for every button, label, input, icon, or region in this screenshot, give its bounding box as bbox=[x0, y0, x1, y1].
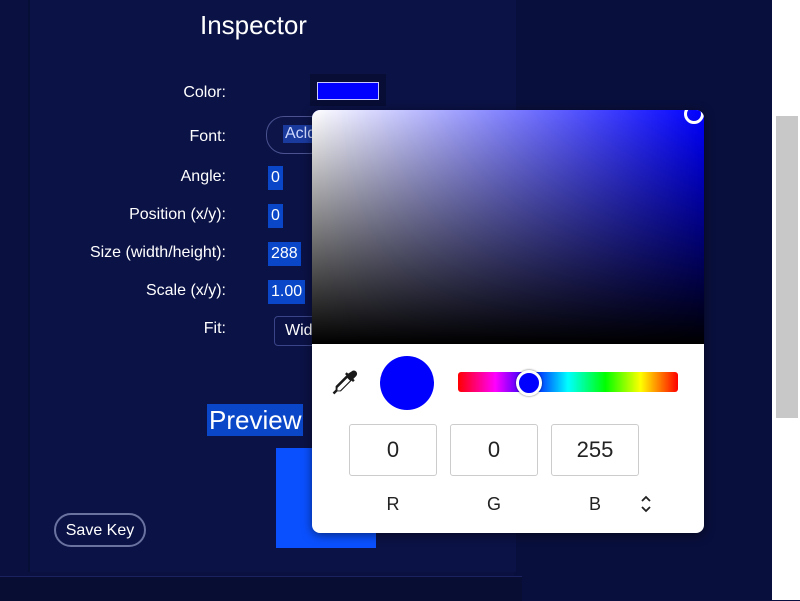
size-label: Size (width/height): bbox=[89, 244, 226, 261]
green-label: G bbox=[486, 494, 501, 514]
unfold-icon[interactable] bbox=[638, 494, 654, 514]
color-preview-dot bbox=[380, 356, 434, 410]
size-width-input[interactable]: 288 bbox=[268, 242, 301, 266]
inspector-title: Inspector bbox=[200, 10, 307, 40]
position-x-input[interactable]: 0 bbox=[268, 204, 283, 228]
angle-label: Angle: bbox=[180, 168, 226, 185]
scale-x-input[interactable]: 1.00 bbox=[268, 280, 306, 304]
fit-select-value: Wid bbox=[285, 322, 313, 339]
fit-label: Fit: bbox=[203, 320, 226, 337]
blue-label: B bbox=[588, 494, 601, 514]
color-picker-popover: 0 0 255 R G B bbox=[312, 110, 704, 533]
font-label: Font: bbox=[189, 128, 226, 145]
position-label: Position (x/y): bbox=[129, 206, 226, 223]
green-input[interactable]: 0 bbox=[450, 424, 538, 476]
bottom-bar bbox=[0, 576, 522, 601]
color-label: Color: bbox=[183, 84, 226, 101]
preview-label: Preview bbox=[207, 404, 304, 436]
save-key-button[interactable]: Save Key bbox=[54, 513, 146, 547]
hue-slider[interactable] bbox=[458, 372, 678, 392]
eyedropper-icon[interactable] bbox=[330, 368, 360, 398]
angle-input[interactable]: 0 bbox=[268, 166, 283, 190]
saturation-area[interactable] bbox=[312, 110, 704, 344]
saturation-handle[interactable] bbox=[684, 110, 704, 124]
color-swatch[interactable] bbox=[317, 82, 379, 100]
scrollbar-thumb[interactable] bbox=[776, 116, 798, 418]
hue-handle[interactable] bbox=[516, 370, 542, 396]
blue-input[interactable]: 255 bbox=[551, 424, 639, 476]
scale-label: Scale (x/y): bbox=[145, 282, 226, 299]
red-label: R bbox=[386, 494, 400, 514]
red-input[interactable]: 0 bbox=[349, 424, 437, 476]
